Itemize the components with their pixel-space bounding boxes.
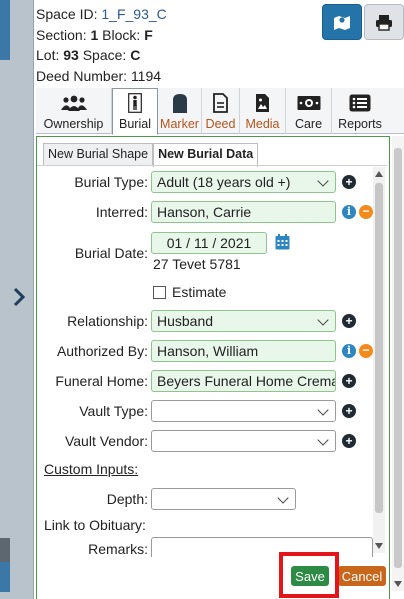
tab-label: Care — [294, 117, 323, 131]
page-scrollbar-thumb[interactable] — [394, 148, 402, 568]
relationship-select[interactable]: Husband — [151, 310, 336, 332]
space-id-label: Space ID: — [36, 6, 98, 22]
map-tile — [0, 0, 10, 60]
tab-label: Deed — [205, 117, 236, 131]
remarks-label: Remarks: — [88, 541, 148, 557]
burial-date-field[interactable]: 01 / 11 / 2021 — [151, 232, 267, 254]
block-label: Block: — [102, 26, 141, 43]
deed-number-label: Deed Number: — [36, 67, 128, 84]
add-relationship-button[interactable]: + — [342, 314, 356, 328]
depth-label: Depth: — [106, 491, 148, 507]
headstone-icon — [172, 93, 187, 113]
money-icon — [297, 95, 320, 110]
burial-panel: New Burial Shape New Burial Data Burial … — [36, 136, 390, 599]
print-button[interactable] — [364, 4, 404, 40]
tab-label: Reports — [338, 117, 382, 131]
interred-field[interactable]: Hanson, Carrie — [151, 201, 336, 223]
vault-type-label: Vault Type: — [79, 403, 148, 419]
vault-vendor-select[interactable] — [151, 430, 336, 452]
tab-new-burial-data[interactable]: New Burial Data — [153, 143, 259, 167]
scroll-down-icon[interactable] — [394, 581, 402, 587]
scroll-down-icon[interactable] — [375, 543, 383, 549]
calendar-icon[interactable] — [275, 234, 290, 250]
form-scrollbar[interactable] — [373, 167, 385, 553]
space-value: C — [130, 47, 141, 63]
document-icon — [213, 92, 228, 113]
tab-ownership[interactable]: Ownership — [36, 88, 112, 134]
burial-type-select[interactable]: Adult (18 years old +) — [151, 171, 336, 193]
hebrew-date: 27 Tevet 5781 — [153, 256, 241, 272]
tab-burial[interactable]: Burial — [112, 88, 158, 135]
expand-panel-button[interactable] — [8, 282, 30, 312]
page-scrollbar[interactable] — [392, 136, 404, 591]
depth-select[interactable] — [151, 488, 296, 510]
interred-info-icon[interactable]: i — [342, 205, 356, 219]
block-value: F — [144, 26, 153, 43]
form-scrollbar-thumb[interactable] — [375, 183, 383, 513]
tab-label: Media — [245, 117, 280, 131]
tab-care[interactable]: Care — [286, 88, 332, 134]
authorized-by-info-icon[interactable]: i — [342, 344, 356, 358]
interred-label: Interred: — [95, 204, 148, 220]
record-tabs: Ownership Burial Marker Deed Media Care … — [36, 88, 404, 135]
burial-date-label: Burial Date: — [74, 245, 148, 261]
lot-value: 93 — [63, 47, 79, 63]
tab-label: Marker — [160, 117, 199, 131]
custom-inputs-heading: Custom Inputs: — [44, 461, 139, 477]
burial-form: Burial Type: Adult (18 years old +) + In… — [37, 165, 387, 557]
remove-interred-button[interactable]: − — [359, 205, 373, 219]
map-tile — [0, 562, 10, 592]
map-icon — [334, 16, 350, 30]
section-label: Section: — [36, 26, 87, 43]
tab-media[interactable]: Media — [240, 88, 286, 134]
tab-deed[interactable]: Deed — [202, 88, 240, 134]
estimate-label: Estimate — [172, 284, 227, 300]
burial-type-label: Burial Type: — [74, 174, 148, 190]
vault-vendor-label: Vault Vendor: — [64, 433, 148, 449]
tab-marker[interactable]: Marker — [158, 88, 202, 134]
add-vault-type-button[interactable]: + — [342, 404, 356, 418]
cancel-button[interactable]: Cancel — [338, 566, 386, 586]
relationship-label: Relationship: — [67, 313, 148, 329]
tab-reports[interactable]: Reports — [332, 88, 388, 134]
remove-authorized-by-button[interactable]: − — [359, 344, 373, 358]
authorized-by-field[interactable]: Hanson, William — [151, 340, 336, 362]
people-icon — [60, 95, 87, 111]
image-file-icon — [256, 93, 269, 112]
tab-label: Burial — [119, 117, 151, 131]
vault-type-select[interactable] — [151, 400, 336, 422]
person-standing-icon — [128, 93, 142, 113]
map-tile — [0, 538, 10, 562]
highlight-box — [279, 552, 339, 598]
space-id-value: 1_F_93_C — [101, 6, 167, 22]
tab-label: Ownership — [43, 117, 104, 131]
space-label: Space: — [82, 47, 127, 63]
lot-label: Lot: — [36, 47, 60, 63]
tab-new-burial-shape[interactable]: New Burial Shape — [43, 143, 154, 165]
authorized-by-label: Authorized By: — [56, 343, 148, 359]
obituary-label: Link to Obituary: — [44, 517, 146, 533]
burial-subtabs: New Burial Shape New Burial Data — [43, 143, 259, 167]
section-value: 1 — [90, 26, 99, 43]
chevron-right-icon — [13, 287, 26, 307]
scroll-up-icon[interactable] — [375, 171, 383, 177]
funeral-home-field[interactable]: Beyers Funeral Home Crema — [151, 370, 336, 392]
remarks-textarea[interactable] — [151, 537, 373, 557]
add-burial-type-button[interactable]: + — [342, 175, 356, 189]
list-icon — [349, 94, 371, 111]
funeral-home-label: Funeral Home: — [55, 373, 148, 389]
add-vault-vendor-button[interactable]: + — [342, 434, 356, 448]
deed-number-value: 1194 — [130, 67, 162, 84]
printer-icon — [376, 14, 392, 31]
add-funeral-home-button[interactable]: + — [342, 374, 356, 388]
estimate-checkbox[interactable] — [153, 286, 166, 299]
map-button[interactable] — [322, 4, 362, 40]
space-info: Space ID: 1_F_93_C Section: 1 Block: F L… — [36, 4, 167, 86]
